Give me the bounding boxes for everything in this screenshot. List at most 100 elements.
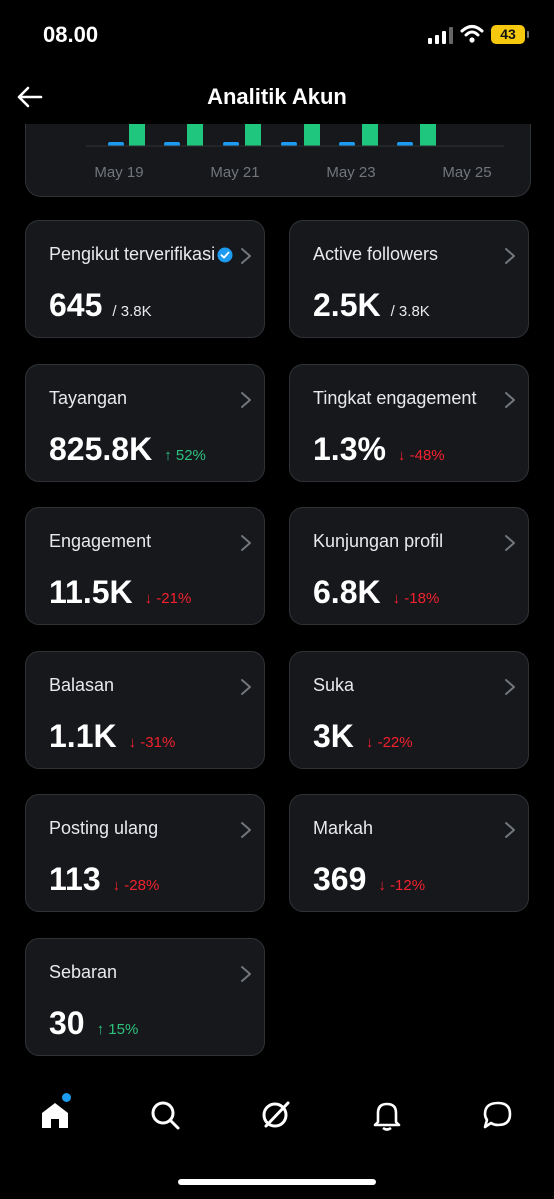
metric-label: Suka [313,674,355,695]
home-indicator [178,1179,376,1185]
metric-change: ↓ -18% [392,590,440,607]
status-time: 08.00 [43,22,99,47]
metric-number: 825.8K [49,430,153,467]
status-bar: 08.00 43 [0,0,554,72]
bar-chart: May 19 May 21 May 23 May 25 [86,124,504,181]
metric-value: 825.8K ↑ 52% [49,431,206,468]
metric-label: Engagement [49,531,152,551]
chart-bar-green [362,124,378,146]
metric-value: 3K ↓ -22% [313,718,413,755]
metric-change: ↓ -22% [365,733,413,751]
metric-card[interactable]: Sebaran 30 ↑ 15% [25,937,265,1056]
metric-value: 6.8K ↓ -18% [313,574,439,611]
metric-card[interactable]: Suka 3K ↓ -22% [289,650,529,769]
x-tick-label: May 25 [442,164,491,181]
metric-value: 2.5K / 3.8K [313,287,430,324]
chevron-right-icon [505,678,515,695]
metric-card[interactable]: Engagement 11.5K ↓ -21% [25,507,265,625]
metric-number: 113 [49,861,101,897]
chevron-right-icon [505,535,515,551]
bell-icon[interactable] [370,1098,404,1132]
chart-bar-green [129,124,145,146]
metric-change: ↓ -12% [378,877,426,894]
metric-card[interactable]: Balasan 1.1K ↓ -31% [25,650,265,769]
metric-card[interactable]: Kunjungan profil 6.8K ↓ -18% [289,507,529,625]
signal-icon [428,27,453,44]
chart-bar-blue [339,142,355,146]
chevron-right-icon [241,822,251,838]
chevron-right-icon [505,391,515,408]
metric-card[interactable]: Active followers 2.5K / 3.8K [289,220,529,338]
metric-card[interactable]: Posting ulang 113 ↓ -28% [25,794,265,912]
metric-card[interactable]: Markah 369 ↓ -12% [289,794,529,912]
metric-value: 645 / 3.8K [49,287,152,324]
chevron-right-icon [241,965,251,982]
chart-bar-blue [108,142,124,146]
chevron-right-icon [241,535,251,551]
metric-value: 11.5K ↓ -21% [49,574,191,611]
chart-bar-blue [164,142,180,146]
verified-badge-icon [217,247,233,263]
metric-label: Tayangan [49,387,128,408]
chart-bar-green [245,124,261,146]
analytics-chart: May 19 May 21 May 23 May 25 [25,124,531,197]
metric-number: 2.5K [313,287,381,323]
metric-change: ↑ 52% [164,446,206,464]
metric-number: 3K [313,717,354,754]
metric-label: Tingkat engagement [313,387,477,408]
metric-label: Kunjungan profil [313,531,444,551]
metric-value: 1.3% ↓ -48% [313,431,445,468]
chevron-right-icon [241,678,251,695]
metric-number: 6.8K [313,574,381,610]
bottom-tab-bar [0,1084,554,1154]
metric-change: ↓ -28% [112,877,160,894]
metric-label: Pengikut terverifikasi [49,244,216,264]
chevron-right-icon [505,822,515,838]
chevron-right-icon [241,391,251,408]
metric-change: ↓ -31% [128,733,176,751]
metric-label: Markah [313,818,374,838]
x-tick-label: May 21 [210,164,259,181]
chevron-right-icon [505,248,515,264]
chart-bar-green [304,124,320,146]
chart-bar-blue [281,142,297,146]
metric-number: 1.3% [313,430,386,467]
metric-change: ↓ -21% [144,590,192,607]
metric-change: ↓ -48% [397,446,445,464]
metric-number: 645 [49,287,103,323]
wifi-icon [460,25,484,43]
metric-label: Sebaran [49,961,118,982]
chart-bar-green [187,124,203,146]
metric-value: 369 ↓ -12% [313,861,425,898]
metric-label: Posting ulang [49,818,159,838]
metric-card[interactable]: Tingkat engagement 1.3% ↓ -48% [289,363,529,482]
metric-number: 11.5K [49,574,133,610]
page-title: Analitik Akun [207,84,347,109]
top-bar: Analitik Akun [0,72,554,124]
metric-card[interactable]: Tayangan 825.8K ↑ 52% [25,363,265,482]
metric-value: 30 ↑ 15% [49,1005,138,1042]
chart-bar-green [420,124,436,146]
metric-total: / 3.8K [112,303,152,320]
metric-number: 30 [49,1004,85,1041]
metric-card[interactable]: Pengikut terverifikasi 645 / 3.8K [25,220,265,338]
metric-label: Active followers [313,244,439,264]
x-tick-label: May 23 [326,164,375,181]
chevron-right-icon [241,248,251,264]
metric-value: 1.1K ↓ -31% [49,718,175,755]
notification-dot [62,1093,71,1102]
metric-number: 369 [313,861,367,897]
chart-bar-blue [397,142,413,146]
battery-icon: 43 [491,25,529,44]
metric-label: Balasan [49,674,115,695]
search-icon[interactable] [148,1098,182,1132]
metric-number: 1.1K [49,717,117,754]
metric-value: 113 ↓ -28% [49,861,159,898]
chart-bar-blue [223,142,239,146]
x-tick-label: May 19 [94,164,143,181]
home-icon[interactable] [38,1098,72,1132]
grok-icon[interactable] [259,1098,293,1132]
metric-change: ↑ 15% [96,1020,139,1038]
messages-icon[interactable] [481,1098,515,1132]
metric-total: / 3.8K [390,303,430,320]
